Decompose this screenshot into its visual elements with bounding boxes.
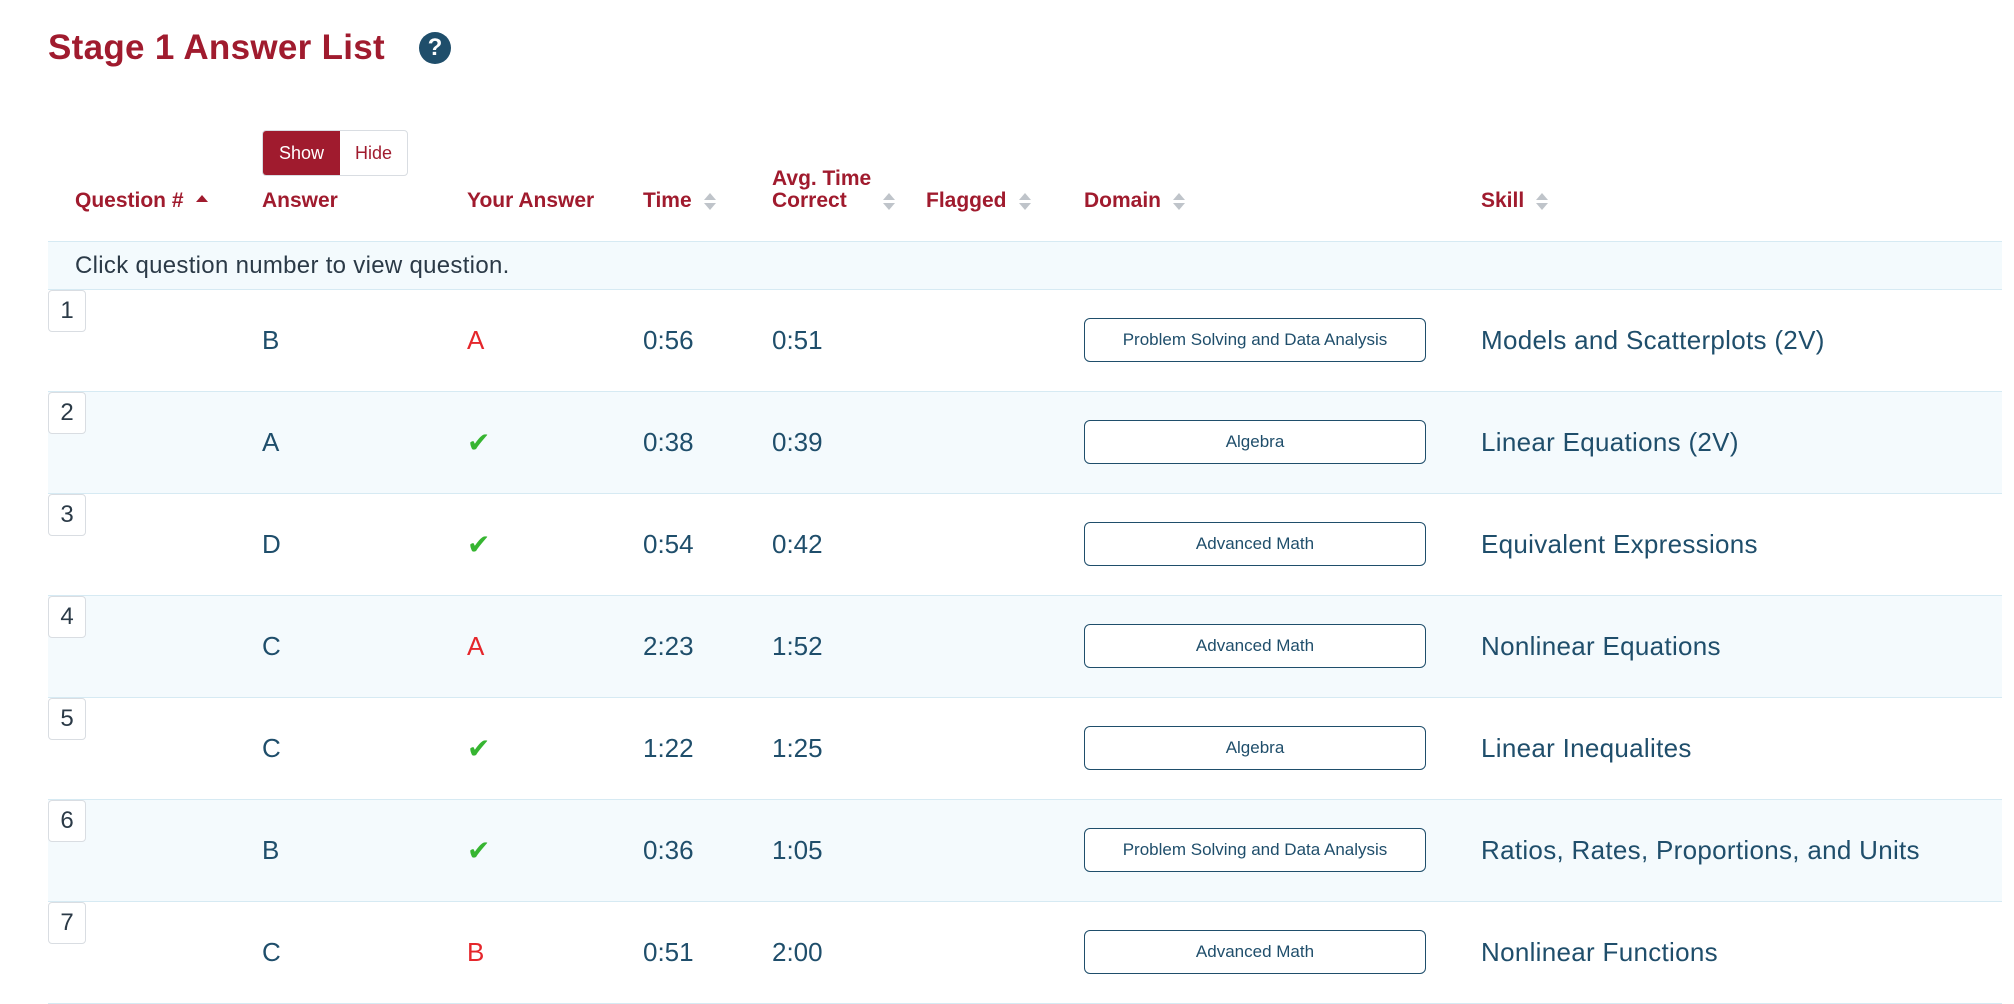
correct-answer: B — [262, 325, 280, 355]
sort-icon — [1536, 193, 1549, 210]
table-row: 7 C B 0:51 2:00 Advanced Math Nonlinear Functi… — [48, 902, 2002, 1004]
avg-time-value: 0:42 — [772, 529, 823, 559]
time-value: 0:56 — [643, 325, 694, 355]
sort-icon — [1018, 193, 1031, 210]
avg-time-value: 1:52 — [772, 631, 823, 661]
domain-button[interactable]: Algebra — [1084, 726, 1426, 770]
column-header-time[interactable]: Time — [643, 190, 716, 212]
skill-label: Nonlinear Functions — [1481, 937, 1718, 967]
checkmark-icon: ✔ — [467, 427, 491, 458]
correct-answer: C — [262, 937, 281, 967]
table-row: 1 B A 0:56 0:51 Problem Solving and Data Anal… — [48, 290, 2002, 392]
avg-time-value: 0:39 — [772, 427, 823, 457]
question-number-button[interactable]: 5 — [48, 698, 86, 740]
sort-icon — [703, 193, 716, 210]
domain-button[interactable]: Problem Solving and Data Analysis — [1084, 828, 1426, 872]
column-header-avg-time-correct[interactable]: Avg. Time Correct — [772, 168, 896, 212]
avg-time-value: 1:05 — [772, 835, 823, 865]
time-value: 0:51 — [643, 937, 694, 967]
info-text: Click question number to view question. — [75, 251, 510, 279]
skill-label: Linear Equations (2V) — [1481, 427, 1739, 457]
correct-answer: B — [262, 835, 280, 865]
column-header-question[interactable]: Question # — [75, 190, 208, 212]
table-row: 6 B ✔ 0:36 1:05 Problem Solving and Data Anal… — [48, 800, 2002, 902]
column-header-answer: Answer — [262, 189, 338, 212]
table-row: 3 D ✔ 0:54 0:42 Advanced Math Equivalent Expre… — [48, 494, 2002, 596]
skill-label: Nonlinear Equations — [1481, 631, 1721, 661]
column-header-your-answer: Your Answer — [467, 189, 595, 212]
domain-button[interactable]: Advanced Math — [1084, 930, 1426, 974]
table-row: 2 A ✔ 0:38 0:39 Algebra Linear Equations (2V) — [48, 392, 2002, 494]
skill-label: Linear Inequalites — [1481, 733, 1692, 763]
answer-table-body: 1 B A 0:56 0:51 Problem Solving and Data Anal… — [48, 290, 2002, 1004]
table-row: 5 C ✔ 1:22 1:25 Algebra Linear Inequalites — [48, 698, 2002, 800]
info-row: Click question number to view question. — [48, 241, 2002, 290]
question-number-button[interactable]: 3 — [48, 494, 86, 536]
checkmark-icon: ✔ — [467, 529, 491, 560]
domain-button[interactable]: Problem Solving and Data Analysis — [1084, 318, 1426, 362]
your-answer: A — [467, 325, 485, 355]
time-value: 0:38 — [643, 427, 694, 457]
time-value: 2:23 — [643, 631, 694, 661]
domain-button[interactable]: Algebra — [1084, 420, 1426, 464]
avg-time-value: 0:51 — [772, 325, 823, 355]
question-number-button[interactable]: 6 — [48, 800, 86, 842]
correct-answer: C — [262, 733, 281, 763]
column-header-flagged[interactable]: Flagged — [926, 190, 1031, 212]
table-row: 4 C A 2:23 1:52 Advanced Math Nonlinear Equati… — [48, 596, 2002, 698]
domain-button[interactable]: Advanced Math — [1084, 624, 1426, 668]
column-header-domain[interactable]: Domain — [1084, 190, 1186, 212]
correct-answer: C — [262, 631, 281, 661]
skill-label: Equivalent Expressions — [1481, 529, 1758, 559]
sort-icon — [1173, 193, 1186, 210]
table-header: Question # Answer Your Answer Time Avg. … — [0, 0, 2014, 240]
skill-label: Models and Scatterplots (2V) — [1481, 325, 1825, 355]
avg-time-value: 2:00 — [772, 937, 823, 967]
question-number-button[interactable]: 7 — [48, 902, 86, 944]
time-value: 1:22 — [643, 733, 694, 763]
sort-asc-icon — [195, 195, 208, 202]
question-number-button[interactable]: 4 — [48, 596, 86, 638]
avg-time-value: 1:25 — [772, 733, 823, 763]
checkmark-icon: ✔ — [467, 733, 491, 764]
your-answer: B — [467, 937, 485, 967]
column-header-skill[interactable]: Skill — [1481, 190, 1549, 212]
question-number-button[interactable]: 2 — [48, 392, 86, 434]
time-value: 0:54 — [643, 529, 694, 559]
correct-answer: A — [262, 427, 280, 457]
checkmark-icon: ✔ — [467, 835, 491, 866]
skill-label: Ratios, Rates, Proportions, and Units — [1481, 835, 1920, 865]
sort-icon — [883, 193, 896, 210]
domain-button[interactable]: Advanced Math — [1084, 522, 1426, 566]
time-value: 0:36 — [643, 835, 694, 865]
question-number-button[interactable]: 1 — [48, 290, 86, 332]
correct-answer: D — [262, 529, 281, 559]
your-answer: A — [467, 631, 485, 661]
